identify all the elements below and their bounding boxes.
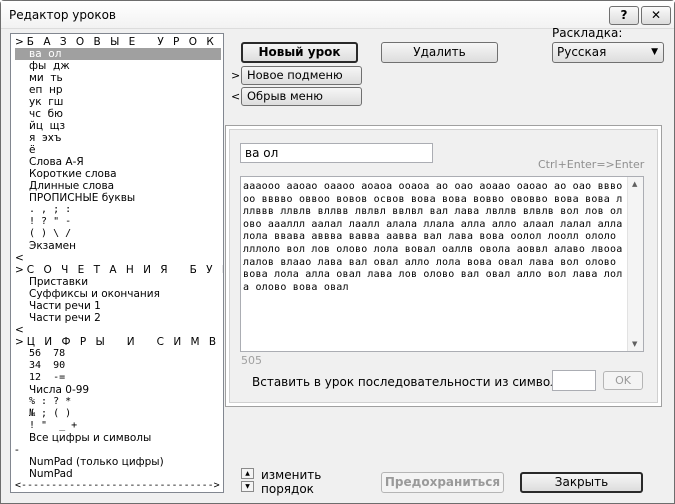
tree-item[interactable]: чс бю bbox=[15, 108, 221, 120]
tree-item[interactable]: . , ; : bbox=[15, 204, 221, 216]
tree-group-header[interactable]: >Ц И Ф Р Ы И С И М В О Л Ы bbox=[15, 336, 221, 348]
tree-item[interactable]: ми ть bbox=[15, 72, 221, 84]
lesson-content-textarea[interactable]: аааооо ааоао оааоо аоаоа ооаоа ао оао ао… bbox=[240, 176, 644, 352]
reorder-label: изменить порядок bbox=[261, 468, 321, 496]
move-down-icon[interactable]: ▼ bbox=[241, 481, 254, 492]
tree-item[interactable]: < bbox=[15, 252, 221, 264]
scroll-up-icon[interactable]: ▲ bbox=[632, 180, 637, 188]
tree-item[interactable]: Короткие слова bbox=[15, 168, 221, 180]
scroll-down-icon[interactable]: ▼ bbox=[632, 340, 637, 348]
shortcut-hint: Ctrl+Enter=>Enter bbox=[538, 158, 645, 171]
close-window-button[interactable]: ✕ bbox=[641, 6, 671, 25]
tree-item[interactable]: Слова А-Я bbox=[15, 156, 221, 168]
lesson-editor-window: Редактор уроков ? ✕ >Б А З О В Ы Е У Р О… bbox=[0, 0, 675, 504]
break-menu-arrow: < bbox=[231, 90, 241, 103]
new-submenu-button[interactable]: Новое подменю bbox=[241, 66, 362, 85]
chevron-down-icon: ▼ bbox=[651, 47, 658, 57]
tree-item[interactable]: Все цифры и символы bbox=[15, 432, 221, 444]
tree-item[interactable]: ук гш bbox=[15, 96, 221, 108]
tree-item[interactable]: ё bbox=[15, 144, 221, 156]
character-count: 505 bbox=[241, 354, 262, 367]
tree-item[interactable]: № ; ( ) bbox=[15, 408, 221, 420]
tree-item[interactable]: я эхъ bbox=[15, 132, 221, 144]
ok-button[interactable]: OK bbox=[603, 371, 643, 390]
keyboard-layout-value: Русская bbox=[557, 45, 607, 59]
tree-item[interactable]: йц щз bbox=[15, 120, 221, 132]
tree-item[interactable]: фы дж bbox=[15, 60, 221, 72]
tree-group-header[interactable]: >С О Ч Е Т А Н И Я Б У К В bbox=[15, 264, 223, 276]
tree-item[interactable]: 56 78 bbox=[15, 348, 221, 360]
delete-button[interactable]: Удалить bbox=[381, 42, 498, 63]
save-button[interactable]: Предохраниться bbox=[381, 472, 504, 493]
tree-item[interactable]: ПРОПИСНЫЕ буквы bbox=[15, 192, 221, 204]
content-scrollbar[interactable]: ▲ ▼ bbox=[627, 177, 643, 351]
tree-item[interactable]: ва ол bbox=[15, 48, 221, 60]
tree-item[interactable]: Части речи 2 bbox=[15, 312, 221, 324]
tree-item[interactable]: - bbox=[15, 444, 221, 456]
tree-group-header[interactable]: >Б А З О В Ы Е У Р О К И bbox=[15, 36, 221, 48]
keyboard-layout-select[interactable]: Русская ▼ bbox=[552, 42, 664, 63]
tree-item[interactable]: < bbox=[15, 324, 221, 336]
tree-item[interactable]: еп нр bbox=[15, 84, 221, 96]
tree-item[interactable]: ! " _ + bbox=[15, 420, 221, 432]
lesson-content-text: аааооо ааоао оааоо аоаоа ооаоа ао оао ао… bbox=[243, 181, 623, 293]
tree-item[interactable]: Суффиксы и окончания bbox=[15, 288, 221, 300]
window-title: Редактор уроков bbox=[9, 8, 117, 22]
lesson-tree[interactable]: >Б А З О В Ы Е У Р О К Ива ол фы дж ми ть е… bbox=[10, 33, 224, 493]
insert-sequence-label: Вставить в урок последовательности из си… bbox=[252, 375, 573, 389]
lesson-name-input[interactable]: ва ол bbox=[240, 143, 433, 163]
tree-item[interactable]: Приставки bbox=[15, 276, 221, 288]
move-up-icon[interactable]: ▲ bbox=[241, 468, 254, 479]
break-menu-button[interactable]: Обрыв меню bbox=[241, 87, 362, 106]
insert-symbols-input[interactable] bbox=[552, 370, 596, 391]
tree-item[interactable]: Длинные слова bbox=[15, 180, 221, 192]
tree-item[interactable]: NumPad bbox=[15, 468, 221, 480]
tree-item[interactable]: Числа 0-99 bbox=[15, 384, 221, 396]
tree-item[interactable]: ( ) \ / bbox=[15, 228, 221, 240]
tree-item[interactable]: NumPad (только цифры) bbox=[15, 456, 221, 468]
reorder-controls: ▲ ▼ bbox=[241, 468, 255, 494]
tree-item[interactable]: Части речи 1 bbox=[15, 300, 221, 312]
tree-item[interactable]: 34 90 bbox=[15, 360, 221, 372]
tree-item[interactable]: ! ? " - bbox=[15, 216, 221, 228]
reorder-label-line: порядок bbox=[261, 482, 314, 496]
layout-label: Раскладка: bbox=[552, 26, 623, 40]
close-button[interactable]: Закрыть bbox=[520, 472, 643, 493]
help-button[interactable]: ? bbox=[609, 6, 639, 25]
tree-item[interactable]: 12 -= bbox=[15, 372, 221, 384]
tree-item[interactable]: <--------------------------------> bbox=[15, 480, 221, 492]
new-lesson-button[interactable]: Новый урок bbox=[241, 42, 358, 63]
submenu-arrow: > bbox=[231, 69, 241, 82]
tree-item[interactable]: % : ? * bbox=[15, 396, 221, 408]
tree-item[interactable]: Экзамен bbox=[15, 240, 221, 252]
title-bar[interactable]: Редактор уроков ? ✕ bbox=[1, 1, 674, 29]
reorder-label-line: изменить bbox=[261, 468, 322, 482]
